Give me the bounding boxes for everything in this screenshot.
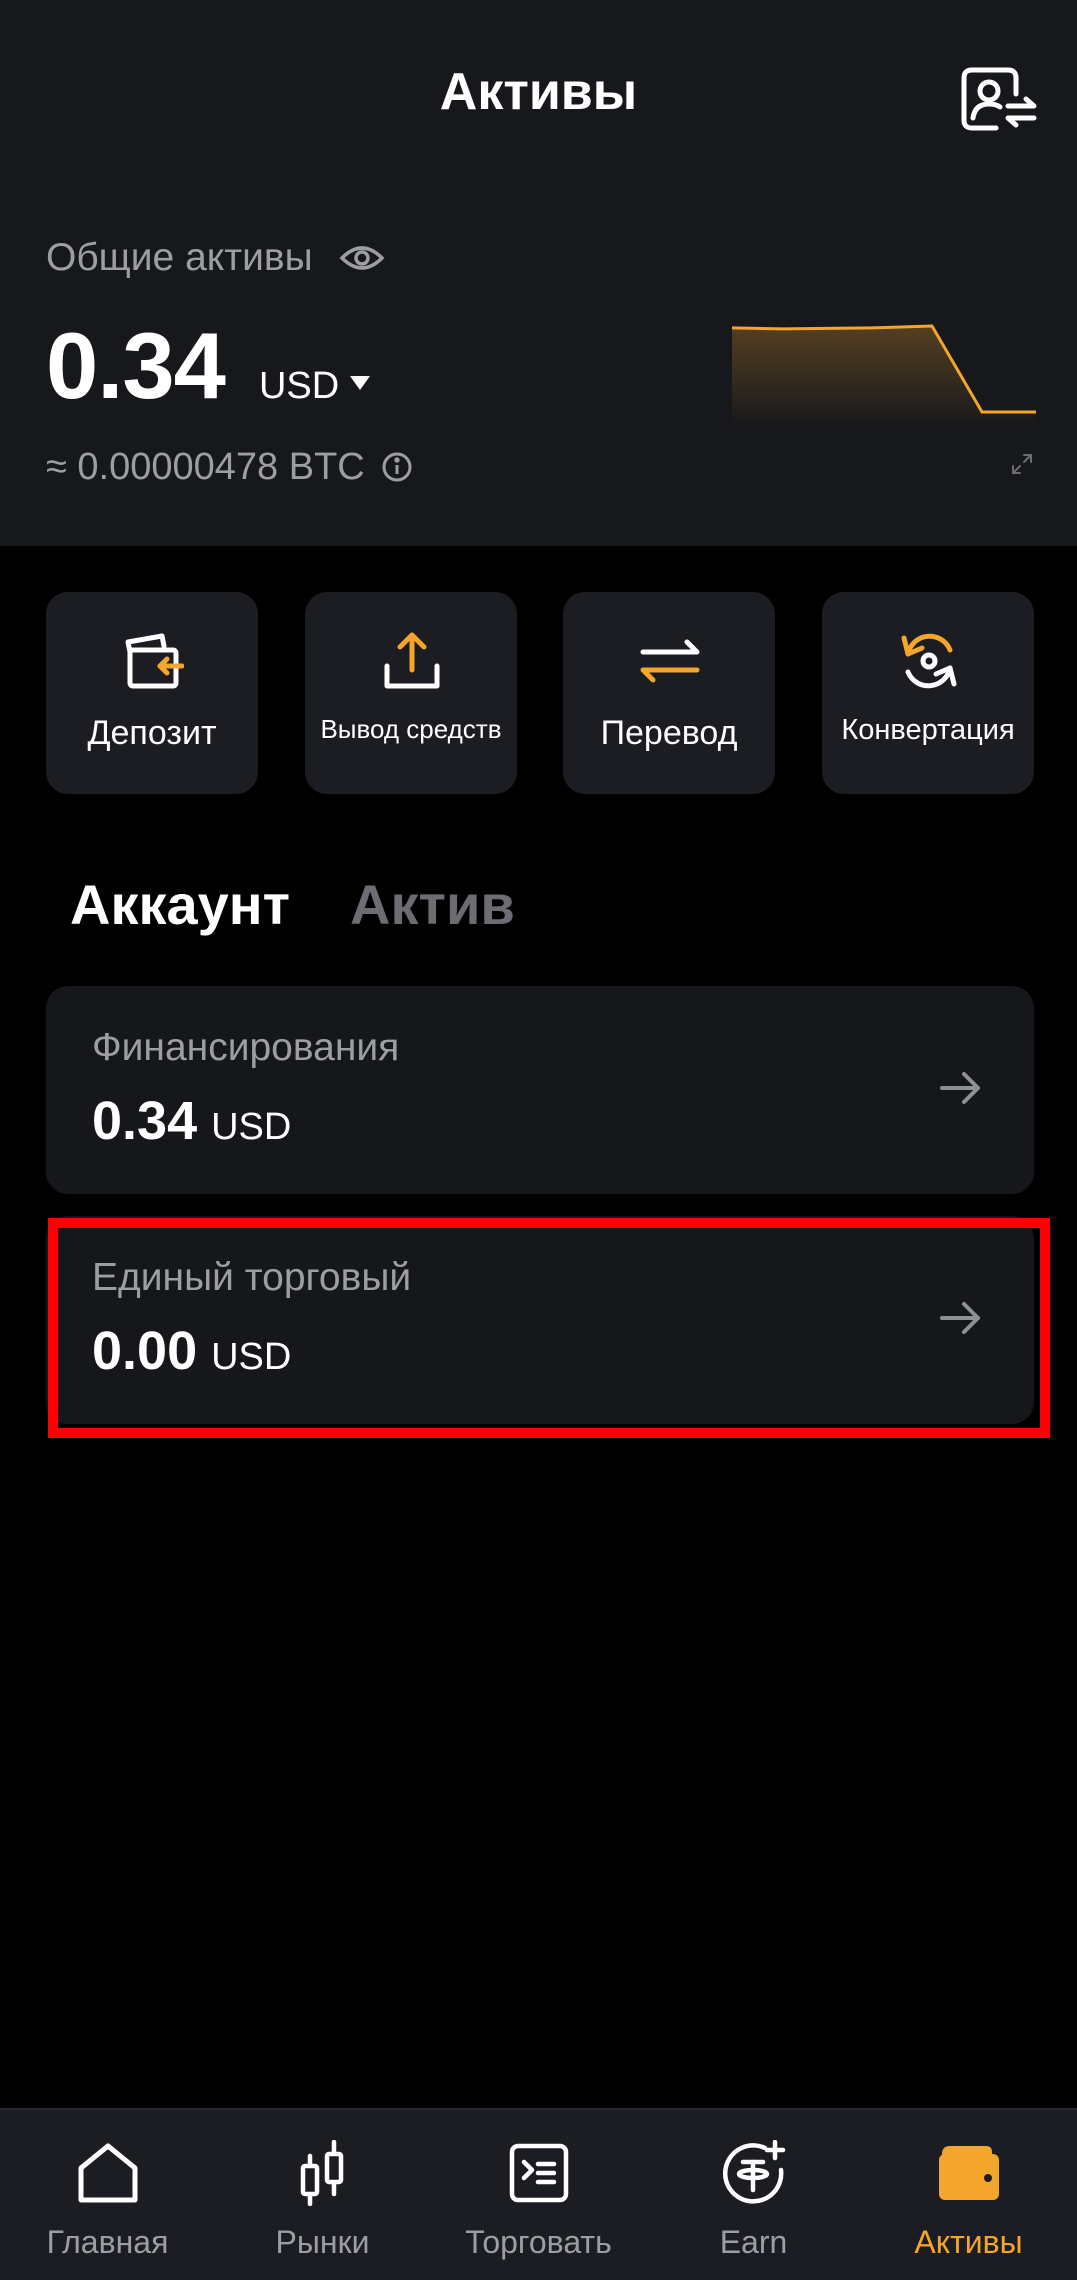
info-icon[interactable]	[381, 451, 413, 483]
assets-header: Активы Общие активы 0.34 USD ≈ 0.0000047…	[0, 0, 1077, 546]
eye-icon[interactable]	[339, 235, 385, 281]
account-tabs: Аккаунт Актив	[70, 864, 575, 944]
account-switch-icon[interactable]	[958, 64, 1038, 134]
withdraw-label: Вывод средств	[320, 714, 502, 744]
nav-label: Торговать	[465, 2224, 612, 2260]
expand-icon[interactable]	[1010, 452, 1034, 476]
account-balance: 0.34 USD	[92, 1090, 291, 1152]
deposit-icon	[125, 633, 184, 689]
account-amount: 0.00	[92, 1321, 198, 1381]
currency-label: USD	[258, 365, 340, 407]
arrow-right-icon	[940, 1072, 980, 1104]
total-assets-label-row: Общие активы	[46, 228, 385, 288]
home-icon	[78, 2143, 138, 2203]
account-title: Финансирования	[92, 1026, 400, 1069]
nav-assets[interactable]: Активы	[861, 2110, 1076, 2280]
tab-asset[interactable]: Актив	[350, 872, 515, 937]
account-balance: 0.00 USD	[92, 1320, 291, 1382]
caret-down-icon	[350, 375, 371, 390]
currency-selector[interactable]: USD	[259, 365, 371, 408]
quick-actions: Депозит Вывод средств Перевод Конвертаци…	[46, 592, 1034, 794]
total-balance-value: 0.34	[46, 313, 226, 418]
earn-icon	[722, 2140, 786, 2204]
nav-label: Earn	[719, 2224, 788, 2260]
total-balance-row: 0.34 USD	[46, 312, 371, 422]
nav-label: Главная	[46, 2224, 169, 2260]
convert-button[interactable]: Конвертация	[822, 592, 1034, 794]
tab-account[interactable]: Аккаунт	[70, 872, 290, 937]
unified-trading-account-card[interactable]: Единый торговый 0.00 USD	[46, 1216, 1034, 1424]
deposit-label: Депозит	[87, 714, 217, 752]
nav-trade[interactable]: Торговать	[431, 2110, 646, 2280]
nav-earn[interactable]: Earn	[646, 2110, 861, 2280]
account-currency: USD	[211, 1336, 292, 1378]
nav-home[interactable]: Главная	[0, 2110, 215, 2280]
total-assets-label: Общие активы	[46, 236, 313, 279]
deposit-button[interactable]: Депозит	[46, 592, 258, 794]
convert-icon	[901, 633, 957, 689]
account-currency: USD	[211, 1106, 292, 1148]
funding-account-card[interactable]: Финансирования 0.34 USD	[46, 986, 1034, 1194]
bottom-navigation: Главная Рынки Торговать Earn Активы	[0, 2108, 1077, 2280]
convert-label: Конвертация	[841, 714, 1015, 746]
arrow-right-icon	[940, 1302, 980, 1334]
transfer-button[interactable]: Перевод	[563, 592, 775, 794]
page-title: Активы	[439, 63, 638, 121]
transfer-icon	[640, 639, 700, 683]
trade-icon	[509, 2143, 569, 2203]
account-amount: 0.34	[92, 1091, 198, 1151]
btc-equivalent-row: ≈ 0.00000478 BTC	[46, 440, 413, 494]
candlestick-icon	[300, 2140, 344, 2206]
nav-markets[interactable]: Рынки	[215, 2110, 430, 2280]
nav-label: Рынки	[275, 2224, 370, 2260]
account-title: Единый торговый	[92, 1256, 412, 1299]
nav-label: Активы	[914, 2224, 1023, 2260]
balance-sparkline	[732, 324, 1036, 428]
wallet-icon	[939, 2146, 999, 2200]
withdraw-button[interactable]: Вывод средств	[305, 592, 517, 794]
withdraw-icon	[384, 632, 440, 689]
btc-equivalent: ≈ 0.00000478 BTC	[46, 445, 365, 488]
transfer-label: Перевод	[600, 714, 738, 752]
